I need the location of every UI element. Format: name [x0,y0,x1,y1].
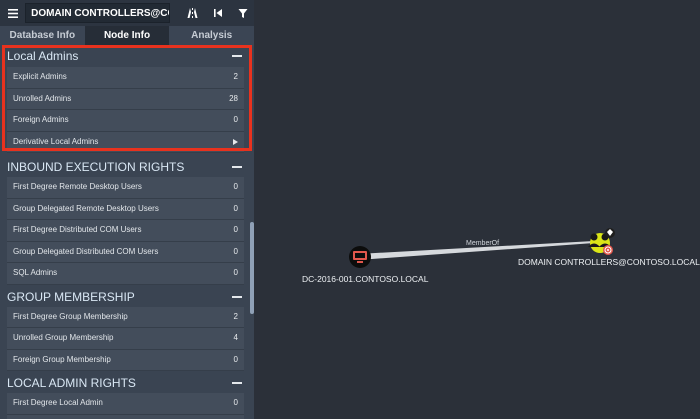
play-arrow-icon[interactable] [233,138,238,145]
graph-svg [349,228,615,268]
row-value: 0 [233,225,238,234]
tab-database-info[interactable]: Database Info [0,26,85,46]
list-item-partial [7,414,244,419]
collapse-icon[interactable] [232,382,242,384]
list-item-first-degree-rdp-users[interactable]: First Degree Remote Desktop Users 0 [7,177,244,199]
row-label: Foreign Group Membership [13,354,111,364]
filter-icon[interactable] [233,0,254,26]
list-item-explicit-admins[interactable]: Explicit Admins 2 [7,67,244,89]
row-label: Unrolled Group Membership [13,333,114,342]
menu-icon[interactable] [0,0,25,26]
section-title: LOCAL ADMIN RIGHTS [7,376,136,390]
section-title: Local Admins [7,49,79,63]
search-bar: DOMAIN CONTROLLERS@CONTOSO.LOCAL [0,0,254,26]
tab-node-info[interactable]: Node Info [84,26,170,46]
edge-label: MemberOf [466,240,500,247]
row-value: 0 [233,246,238,256]
section-title: INBOUND EXECUTION RIGHTS [7,160,185,174]
pathfinding-icon[interactable] [182,0,203,26]
row-value: 0 [233,203,238,213]
list-item-foreign-admins[interactable]: Foreign Admins 0 [7,110,244,132]
row-label: First Degree Remote Desktop Users [13,182,142,191]
list-item-first-degree-local-admin[interactable]: First Degree Local Admin 0 [7,393,244,415]
section-header-group-membership[interactable]: GROUP MEMBERSHIP [0,286,254,307]
row-value: 0 [233,398,238,407]
tab-analysis[interactable]: Analysis [169,26,254,46]
section-header-local-admins[interactable]: Local Admins [0,46,254,67]
group-node-label: DOMAIN CONTROLLERS@CONTOSO.LOCAL [518,257,700,267]
list-item-unrolled-group-membership[interactable]: Unrolled Group Membership 4 [7,328,244,350]
row-value: 0 [233,182,238,191]
list-item-group-delegated-rdp-users[interactable]: Group Delegated Remote Desktop Users 0 [7,198,244,220]
row-label: SQL Admins [13,268,58,277]
node-info-panel: DOMAIN CONTROLLERS@CONTOSO.LOCAL Databas… [0,0,254,419]
collapse-icon[interactable] [232,55,242,57]
row-label: First Degree Group Membership [13,311,128,321]
list-item-first-degree-group-membership[interactable]: First Degree Group Membership 2 [7,306,244,328]
search-input[interactable]: DOMAIN CONTROLLERS@CONTOSO.LOCAL [25,3,171,23]
row-value: 4 [233,333,238,342]
row-label: Explicit Admins [13,72,67,81]
section-title: GROUP MEMBERSHIP [7,289,135,304]
row-label: Unrolled Admins [13,93,72,103]
row-value: 2 [233,311,238,321]
panel-tabs: Database Info Node Info Analysis [0,26,254,46]
row-label: Group Delegated Distributed COM Users [13,246,159,256]
row-value: 0 [233,268,238,277]
row-label: First Degree Local Admin [13,398,103,407]
row-value: 28 [229,93,238,103]
list-item-derivative-local-admins[interactable]: Derivative Local Admins [7,131,244,153]
computer-node [349,246,371,268]
group-node [588,228,615,255]
collapse-icon[interactable] [232,295,242,298]
list-item-group-delegated-dcom-users[interactable]: Group Delegated Distributed COM Users 0 [7,241,244,263]
section-header-local-admin-rights[interactable]: LOCAL ADMIN RIGHTS [0,373,254,393]
list-item-sql-admins[interactable]: SQL Admins 0 [7,263,244,285]
node-info-content: Local Admins Explicit Admins 2 Unrolled … [0,46,254,419]
collapse-icon[interactable] [232,166,242,168]
computer-node-label: DC-2016-001.CONTOSO.LOCAL [302,274,429,284]
row-value: 2 [233,72,238,81]
back-icon[interactable] [208,0,229,26]
row-value: 0 [233,354,238,364]
row-label: First Degree Distributed COM Users [13,225,142,234]
row-label: Derivative Local Admins [13,136,99,146]
list-item-unrolled-admins[interactable]: Unrolled Admins 28 [7,88,244,110]
section-header-inbound-execution-rights[interactable]: INBOUND EXECUTION RIGHTS [0,157,254,177]
list-item-foreign-group-membership[interactable]: Foreign Group Membership 0 [7,349,244,371]
row-label: Group Delegated Remote Desktop Users [13,203,159,213]
list-item-first-degree-dcom-users[interactable]: First Degree Distributed COM Users 0 [7,220,244,242]
row-value: 0 [233,115,238,124]
row-label: Foreign Admins [13,115,69,124]
graph-canvas[interactable]: MemberOf DC-2016-001.CONTOSO.LOCAL DOMAI… [254,0,700,419]
